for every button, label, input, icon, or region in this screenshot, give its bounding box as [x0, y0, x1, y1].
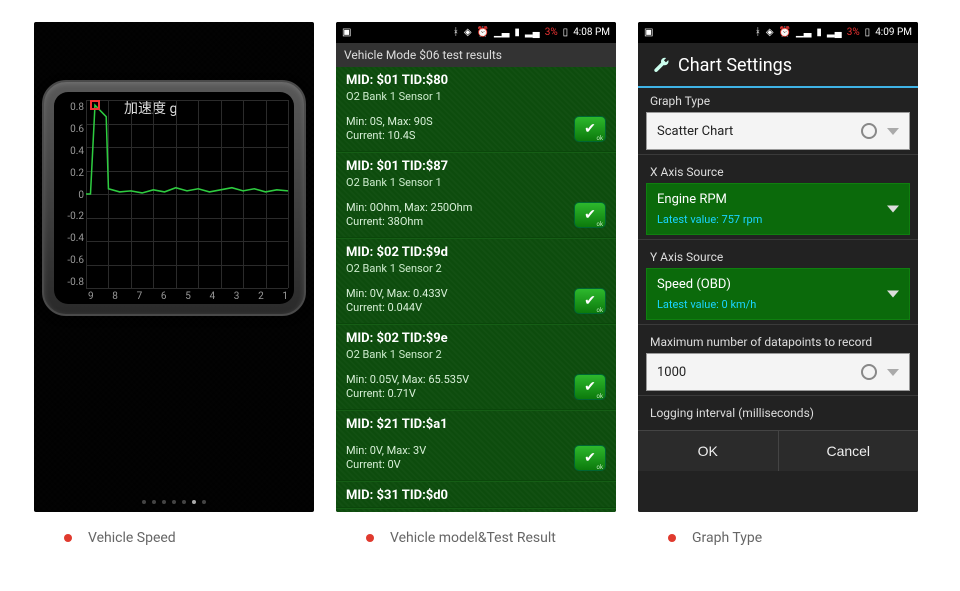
chevron-down-icon: [887, 206, 899, 213]
panel-vehicle-speed: 加速度 g 0.80.60.40.20-0.2-0.4-0.6-0.8 9876…: [34, 22, 314, 512]
graph-type-label: Graph Type: [638, 88, 918, 110]
vibrate-icon: ◈: [766, 27, 774, 38]
caption-1: Vehicle Speed: [34, 530, 314, 546]
result-row: MID: $02 TID:$9eO2 Bank 1 Sensor 2Min: 0…: [336, 325, 616, 411]
panel-chart-settings: ▣ ᚼ ◈ ⏰ ▁▃ ▮ ▂▄ 3% ▯ 4:09 PM Chart Setti…: [638, 22, 918, 512]
signal-icon: ▁▃: [796, 27, 811, 38]
wifi-icon: ▮: [816, 27, 822, 38]
result-row: MID: $01 TID:$87O2 Bank 1 Sensor 1Min: 0…: [336, 153, 616, 239]
chart-area: 加速度 g 0.80.60.40.20-0.2-0.4-0.6-0.8 9876…: [54, 92, 294, 304]
alarm-icon: ⏰: [779, 27, 791, 38]
chevron-down-icon: [887, 128, 899, 135]
caption-3: Graph Type: [638, 530, 918, 546]
chevron-down-icon: [887, 291, 899, 298]
radio-icon: [861, 364, 877, 380]
clock-text: 4:08 PM: [573, 27, 610, 38]
signal-icon: ▁▃: [494, 27, 509, 38]
y-axis-value: Speed (OBD): [657, 277, 731, 292]
clock-text: 4:09 PM: [875, 27, 912, 38]
ok-badge[interactable]: ✔ok: [574, 202, 606, 228]
panel-test-results: ▣ ᚼ ◈ ⏰ ▁▃ ▮ ▂▄ 3% ▯ 4:08 PM Vehicle Mod…: [336, 22, 616, 512]
signal-bars-icon: ▂▄: [525, 27, 540, 38]
y-axis-label: Y Axis Source: [638, 244, 918, 266]
signal-bars-icon: ▂▄: [827, 27, 842, 38]
result-row: MID: $01 TID:$80O2 Bank 1 Sensor 1Min: 0…: [336, 67, 616, 153]
max-points-value: 1000: [657, 365, 861, 380]
status-bar: ▣ ᚼ ◈ ⏰ ▁▃ ▮ ▂▄ 3% ▯ 4:08 PM: [336, 22, 616, 43]
chevron-down-icon: [887, 369, 899, 376]
radio-icon: [861, 123, 877, 139]
status-bar: ▣ ᚼ ◈ ⏰ ▁▃ ▮ ▂▄ 3% ▯ 4:09 PM: [638, 22, 918, 43]
graph-type-value: Scatter Chart: [657, 124, 861, 139]
result-row: MID: $21 TID:$a1Min: 0V, Max: 3VCurrent:…: [336, 411, 616, 482]
ok-badge[interactable]: ✔ok: [574, 288, 606, 314]
app-icon: ▣: [644, 27, 653, 38]
y-axis-select[interactable]: Speed (OBD) Latest value: 0 km/h: [646, 268, 910, 320]
cancel-button[interactable]: Cancel: [779, 431, 919, 471]
bluetooth-icon: ᚼ: [755, 27, 761, 38]
dialog-title-row: Chart Settings: [638, 43, 918, 88]
pager-dots[interactable]: [34, 500, 314, 504]
alarm-icon: ⏰: [477, 27, 489, 38]
ok-badge[interactable]: ✔ok: [574, 374, 606, 400]
ok-badge[interactable]: ✔ok: [574, 445, 606, 471]
battery-text: 3%: [847, 27, 860, 38]
wrench-icon: [652, 57, 670, 75]
x-axis-value: Engine RPM: [657, 192, 727, 207]
bullet-icon: [64, 534, 72, 542]
bluetooth-icon: ᚼ: [453, 27, 459, 38]
dialog-title: Chart Settings: [678, 55, 792, 76]
ok-badge[interactable]: ✔ok: [574, 116, 606, 142]
max-points-select[interactable]: 1000: [646, 353, 910, 391]
max-points-label: Maximum number of datapoints to record: [638, 329, 918, 351]
settings-body: Chart Settings Graph Type Scatter Chart …: [638, 43, 918, 512]
y-axis-ticks: 0.80.60.40.20-0.2-0.4-0.6-0.8: [56, 102, 84, 288]
bullet-icon: [668, 534, 676, 542]
dialog-buttons: OK Cancel: [638, 430, 918, 471]
x-axis-label: X Axis Source: [638, 159, 918, 181]
interval-label: Logging interval (milliseconds): [638, 400, 918, 422]
battery-icon: ▯: [563, 27, 569, 38]
line-svg: [86, 100, 288, 288]
battery-icon: ▯: [865, 27, 871, 38]
x-axis-ticks: 987654321: [88, 291, 288, 302]
x-axis-select[interactable]: Engine RPM Latest value: 757 rpm: [646, 183, 910, 235]
results-body: Vehicle Mode $06 test results MID: $01 T…: [336, 43, 616, 512]
point-marker: [90, 100, 100, 110]
chart-frame: 加速度 g 0.80.60.40.20-0.2-0.4-0.6-0.8 9876…: [42, 80, 306, 316]
y-axis-sub: Latest value: 0 km/h: [657, 298, 756, 311]
x-axis-sub: Latest value: 757 rpm: [657, 213, 762, 226]
ok-button[interactable]: OK: [638, 431, 779, 471]
screen-title: Vehicle Mode $06 test results: [336, 43, 616, 67]
graph-type-select[interactable]: Scatter Chart: [646, 112, 910, 150]
result-row: MID: $31 TID:$d0: [336, 482, 616, 509]
app-icon: ▣: [342, 27, 351, 38]
bullet-icon: [366, 534, 374, 542]
result-row: MID: $02 TID:$9dO2 Bank 1 Sensor 2Min: 0…: [336, 239, 616, 325]
chart-plot: [86, 100, 288, 288]
battery-text: 3%: [545, 27, 558, 38]
caption-2: Vehicle model&Test Result: [336, 530, 616, 546]
wifi-icon: ▮: [514, 27, 520, 38]
vibrate-icon: ◈: [464, 27, 472, 38]
